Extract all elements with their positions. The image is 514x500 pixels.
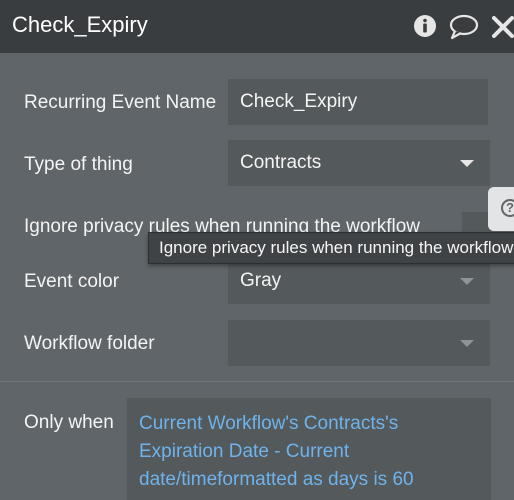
- event-color-value: Gray: [240, 270, 282, 291]
- expression-line[interactable]: date/timeformatted as days is 60: [139, 466, 479, 494]
- workflow-folder-label: Workflow folder: [24, 333, 155, 354]
- panel-header: Check_Expiry: [0, 0, 514, 53]
- info-icon[interactable]: [413, 14, 437, 43]
- expression-line[interactable]: Current Workflow's Contracts's: [139, 410, 479, 438]
- comment-icon[interactable]: [449, 14, 479, 45]
- help-tab[interactable]: ?: [488, 187, 514, 231]
- event-name-input[interactable]: Check_Expiry: [228, 79, 488, 125]
- type-of-thing-value: Contracts: [240, 152, 322, 173]
- privacy-rules-tooltip: Ignore privacy rules when running the wo…: [148, 232, 514, 264]
- chevron-down-icon: [460, 340, 474, 347]
- type-of-thing-dropdown[interactable]: Contracts: [228, 140, 490, 186]
- section-divider: [0, 381, 514, 382]
- event-color-dropdown[interactable]: Gray: [228, 258, 490, 304]
- only-when-label: Only when: [24, 412, 114, 433]
- event-color-label: Event color: [24, 271, 120, 292]
- type-of-thing-label: Type of thing: [24, 154, 133, 175]
- chevron-down-icon: [460, 160, 474, 167]
- help-icon: ?: [501, 199, 514, 217]
- workflow-folder-dropdown[interactable]: [228, 320, 490, 366]
- panel-title: Check_Expiry: [12, 12, 148, 37]
- only-when-expression[interactable]: Current Workflow's Contracts's Expiratio…: [127, 398, 491, 500]
- event-name-label: Recurring Event Name: [24, 92, 217, 113]
- chevron-down-icon: [460, 278, 474, 285]
- expression-line[interactable]: Expiration Date - Current: [139, 438, 479, 466]
- close-icon[interactable]: [492, 16, 514, 43]
